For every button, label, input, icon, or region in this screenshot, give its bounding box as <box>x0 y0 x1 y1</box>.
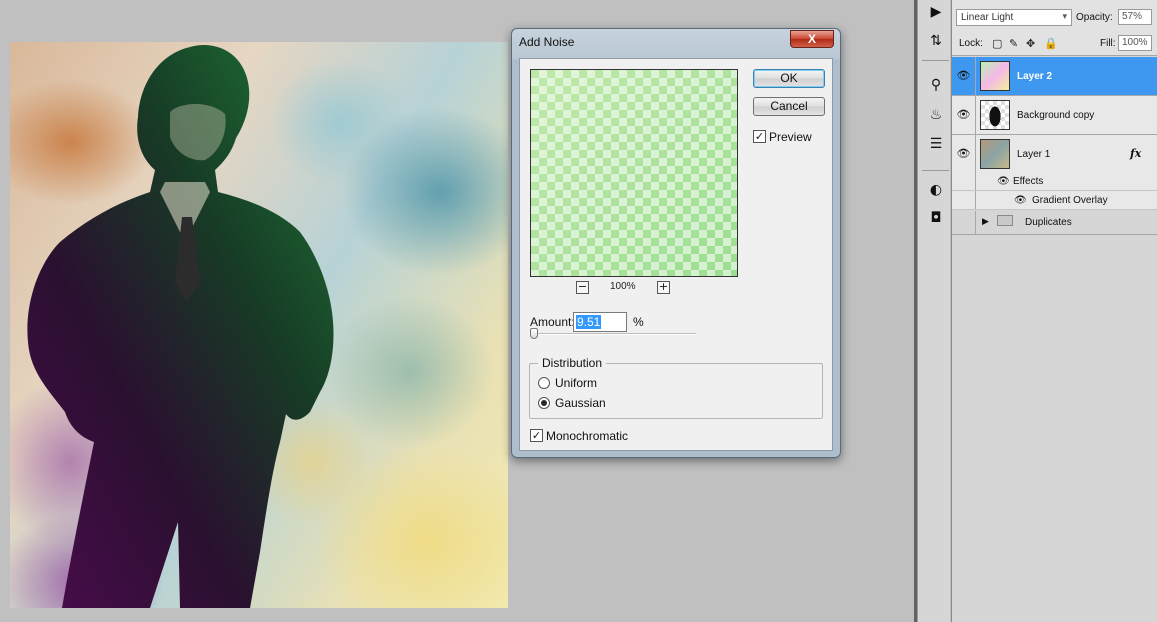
effects-row[interactable]: 👁 Effects <box>952 172 1157 191</box>
tool-separator <box>922 170 949 171</box>
layer-2-thumbnail <box>980 61 1010 91</box>
opacity-field[interactable]: 57% <box>1118 9 1152 25</box>
opacity-label: Opacity: <box>1076 12 1113 23</box>
document-canvas[interactable] <box>10 42 508 608</box>
lock-image-icon[interactable]: ✎ <box>1009 37 1018 50</box>
background-copy-thumbnail <box>980 100 1010 130</box>
amount-label: Amount: <box>530 315 575 329</box>
history-icon[interactable]: ⇅ <box>925 31 947 51</box>
group-name: Duplicates <box>1025 217 1072 228</box>
layers-options-bar: Linear Light ▾ Opacity: 57% Lock: ▢ ✎ ✥ … <box>952 0 1157 56</box>
fill-field[interactable]: 100% <box>1118 35 1152 51</box>
visibility-toggle-empty[interactable] <box>952 211 976 234</box>
add-noise-dialog: Add Noise X − 100% + OK Cancel ✓ Preview… <box>511 28 841 458</box>
gaussian-label: Gaussian <box>555 396 606 410</box>
panel-tool-strip: ▶ ⇅ ⚲ ♨ ☰ ◐ ◘ <box>914 0 950 622</box>
layer-name: Layer 2 <box>1017 71 1053 82</box>
gradient-overlay-row[interactable]: 👁 Gradient Overlay <box>952 191 1157 210</box>
artwork-silhouette <box>27 45 334 608</box>
monochromatic-label: Monochromatic <box>546 429 629 443</box>
gradient-overlay-spacer <box>952 191 976 209</box>
monochromatic-checkbox[interactable]: ✓ <box>530 429 543 442</box>
preview-image[interactable] <box>530 69 738 277</box>
gaussian-radio[interactable] <box>538 397 550 409</box>
layer-row-layer-2[interactable]: 👁 Layer 2 <box>952 57 1157 96</box>
uniform-label: Uniform <box>555 376 598 390</box>
layer-group-duplicates[interactable]: ▶ Duplicates <box>952 211 1157 235</box>
preview-label: Preview <box>769 130 812 144</box>
layer-name: Background copy <box>1017 110 1095 121</box>
eye-icon: 👁 <box>956 108 971 121</box>
layers-panel: Linear Light ▾ Opacity: 57% Lock: ▢ ✎ ✥ … <box>951 0 1157 622</box>
play-icon[interactable]: ▶ <box>925 2 947 22</box>
amount-slider-track[interactable] <box>530 333 696 335</box>
effects-label: Effects <box>1013 176 1044 187</box>
amount-unit: % <box>633 315 644 329</box>
layer-row-layer-1[interactable]: 👁 Layer 1 fx <box>952 135 1157 174</box>
brush-settings-icon[interactable]: ⚲ <box>925 75 947 95</box>
layer-row-background-copy[interactable]: 👁 Background copy <box>952 96 1157 135</box>
preview-checkbox[interactable]: ✓ <box>753 130 766 143</box>
fill-label: Fill: <box>1100 38 1116 49</box>
masks-icon[interactable]: ◘ <box>925 208 947 228</box>
folder-icon <box>997 215 1013 226</box>
dialog-title: Add Noise <box>519 35 575 49</box>
clone-source-icon[interactable]: ♨ <box>925 105 947 125</box>
visibility-toggle[interactable]: 👁 <box>952 96 976 134</box>
tool-separator <box>922 60 949 61</box>
uniform-radio[interactable] <box>538 377 550 389</box>
visibility-toggle[interactable]: 👁 <box>952 57 976 95</box>
distribution-group: Distribution Uniform Gaussian <box>529 356 823 419</box>
lock-label: Lock: <box>959 38 983 49</box>
zoom-in-button[interactable]: + <box>657 281 670 294</box>
amount-value: 9.51 <box>576 315 602 329</box>
close-button[interactable]: X <box>790 30 834 48</box>
amount-slider-thumb[interactable] <box>529 328 538 339</box>
effects-spacer <box>952 172 976 190</box>
lock-transparent-icon[interactable]: ▢ <box>992 37 1002 50</box>
zoom-out-button[interactable]: − <box>576 281 589 294</box>
chevron-down-icon: ▾ <box>1062 12 1067 22</box>
dialog-body: − 100% + OK Cancel ✓ Preview Amount: 9.5… <box>519 58 833 451</box>
expand-triangle-icon[interactable]: ▶ <box>982 216 989 227</box>
gradient-overlay-label: Gradient Overlay <box>1032 195 1108 206</box>
zoom-level: 100% <box>610 281 636 292</box>
cancel-button[interactable]: Cancel <box>753 97 825 116</box>
blend-mode-value: Linear Light <box>961 12 1014 23</box>
lock-position-icon[interactable]: ✥ <box>1026 37 1035 50</box>
tool-presets-icon[interactable]: ☰ <box>925 134 947 154</box>
eye-icon: 👁 <box>956 69 971 82</box>
layer-name: Layer 1 <box>1017 149 1051 160</box>
eye-icon[interactable]: 👁 <box>997 176 1010 187</box>
visibility-toggle[interactable]: 👁 <box>952 135 976 173</box>
distribution-label: Distribution <box>538 356 607 370</box>
eye-icon: 👁 <box>956 147 971 160</box>
layer-1-thumbnail <box>980 139 1010 169</box>
tool-strip-inner: ▶ ⇅ ⚲ ♨ ☰ ◐ ◘ <box>917 0 950 622</box>
lock-all-icon[interactable]: 🔒 <box>1044 37 1058 50</box>
ok-button[interactable]: OK <box>753 69 825 88</box>
blend-mode-select[interactable]: Linear Light ▾ <box>956 9 1072 26</box>
fx-icon[interactable]: fx <box>1130 147 1141 160</box>
adjustments-icon[interactable]: ◐ <box>925 180 947 200</box>
amount-input[interactable]: 9.51 <box>573 312 627 332</box>
eye-icon[interactable]: 👁 <box>1014 195 1027 206</box>
